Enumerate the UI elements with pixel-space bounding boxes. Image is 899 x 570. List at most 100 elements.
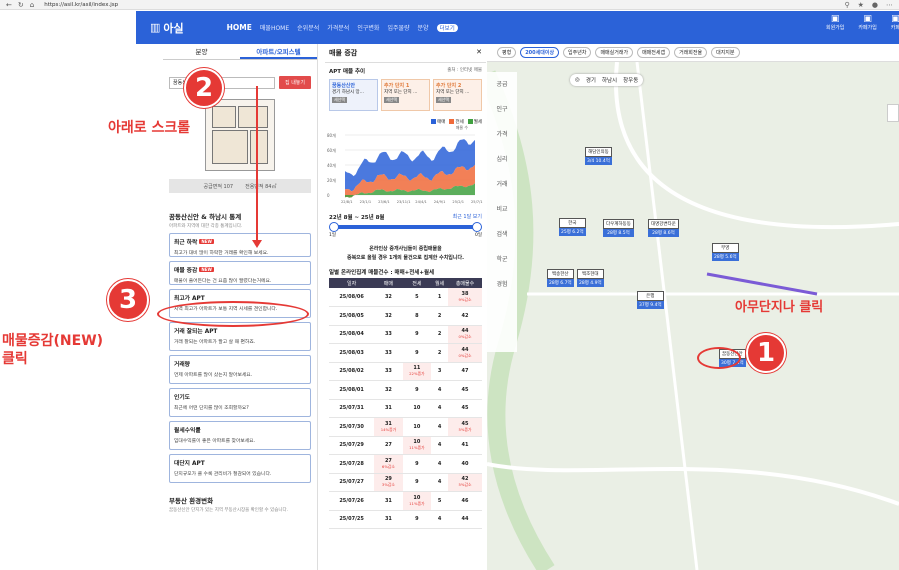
home-icon[interactable]: ⌂ [30, 1, 34, 9]
header-icon-item[interactable]: ▣ 카페 [891, 14, 899, 31]
stat-card-title: 매물 증감 [174, 268, 198, 274]
date-slider[interactable] [329, 222, 482, 232]
site-logo[interactable]: ▥ 아실 [150, 20, 184, 36]
cell-date: 25/07/28 [329, 454, 375, 474]
map-side-menu-item[interactable]: 심리 [487, 147, 517, 172]
cell-date: 25/08/03 [329, 343, 375, 363]
cell-value: 2 [431, 306, 449, 326]
map-side-menu-item[interactable]: 거래 [487, 172, 517, 197]
table-header: 전세 [402, 278, 432, 288]
tab-presale[interactable]: 분양 [163, 44, 240, 59]
stat-card[interactable]: 거래량 언제 아파트를 많이 샀는지 알아보세요. [169, 355, 311, 384]
y-tick-label: 0 [327, 193, 330, 198]
url-bar[interactable]: https://asil.kr/asil/index.jsp [44, 2, 118, 8]
compare-tag[interactable]: 세선택 [384, 97, 400, 103]
change-pct: 11%증가 [409, 500, 425, 506]
map-side-menu-item[interactable]: 비교 [487, 197, 517, 222]
apt-marker[interactable]: 대명강변타운 28평 8.6억 [648, 219, 679, 237]
stat-card-title: 대단지 APT [174, 461, 205, 467]
y-tick-label: 40개 [327, 162, 336, 168]
map-filter-tab[interactable]: 200세대이상 [520, 47, 560, 58]
header-icon-item[interactable]: ▣ 카페가입 [858, 14, 876, 31]
compare-tag[interactable]: 세선택 [332, 97, 348, 103]
header-icon-item[interactable]: ▣ 회원가입 [826, 14, 844, 31]
nav-item[interactable]: 순위분석 [294, 23, 322, 32]
nav-item[interactable]: 가격분석 [324, 23, 352, 32]
map-side-menu-item[interactable]: 경험 [487, 272, 517, 297]
apt-marker-name: 백송한산 [547, 269, 574, 279]
cell-value: 10 11%증가 [402, 491, 432, 511]
map-filter-tab[interactable]: 평형 [497, 47, 517, 58]
profile-icon[interactable]: ● [872, 1, 878, 9]
table-title: 일별 온라인집계 매물건수 : 매매+전세+월세 [329, 270, 435, 276]
slider-left: 1일 [329, 233, 337, 238]
menu-icon[interactable]: ⋯ [886, 1, 893, 9]
table-row: 25/08/05 32 8 2 42 [329, 306, 482, 326]
zoom-icon[interactable]: ⚲ [844, 1, 849, 9]
stat-card[interactable]: 인기도 최근에 어떤 단지를 많이 조회할까요? [169, 388, 311, 417]
legend-item[interactable]: 월세 [468, 119, 482, 125]
stat-card[interactable]: 매물 증감 NEW 매물이 줄어든다는 건 요즘 많이 팔렸다는거에요. [169, 261, 311, 285]
map-side-menu-item[interactable]: 학군 [487, 247, 517, 272]
step2-badge: 2 [184, 68, 224, 108]
apt-marker[interactable]: 백조현대 28평 4.9억 [577, 269, 604, 287]
reload-icon[interactable]: ↻ [18, 1, 24, 9]
nav-item[interactable]: 분양 [415, 23, 432, 32]
map-side-menu-item[interactable]: 공급 [487, 72, 517, 97]
apt-marker[interactable]: 해담인의동 3/4 10.4억 [585, 147, 612, 165]
stat-card[interactable]: 대단지 APT 단지규모가 클 수록 관리비가 절감되어 있습니다. [169, 454, 311, 483]
apt-marker[interactable]: 한국 25평 6.2억 [559, 218, 586, 236]
recent-month-button[interactable]: 최근 1달 보기 [453, 213, 482, 221]
compare-slot[interactable]: 추가 단지 1 지역 또는 단지 ... 세선택 [381, 79, 430, 111]
stat-card-title: 거래 잘되는 APT [174, 329, 218, 335]
stat-card-desc: 언제 아파트를 많이 샀는지 알아보세요. [174, 373, 253, 378]
map-filter-tab[interactable]: 매매전세갭 [637, 47, 671, 58]
table-row: 25/08/06 32 5 1 38 9%감소 [329, 288, 482, 307]
compare-slot[interactable]: 추가 단지 2 지역 또는 단지 ... 세선택 [433, 79, 482, 111]
map-filter-tab[interactable]: 거래회전율 [674, 47, 708, 58]
map-side-button[interactable] [887, 104, 899, 122]
cell-value: 44 0%감소 [448, 325, 482, 344]
y-tick-label: 60개 [327, 147, 336, 153]
range-title: 22년 8월 ~ 25년 8월 [329, 215, 385, 221]
map-filter-tab[interactable]: 매매실거래가 [595, 47, 634, 58]
compare-slot[interactable]: 꿈동산신안 경기 하남시 망... 세선택 [329, 79, 378, 111]
stat-card[interactable]: 최근 하락 NEW 최고가 대비 많이 하락한 거래를 확인해 보세요. [169, 233, 311, 257]
apt-marker-price: 28평 6.7억 [547, 279, 574, 287]
nav-item[interactable]: HOME [224, 23, 255, 32]
region-chip[interactable]: 하남시 [602, 76, 617, 84]
apt-marker[interactable]: 백송한산 28평 6.7억 [547, 269, 574, 287]
region-chip[interactable]: 창우동 [623, 76, 638, 84]
x-tick-label: 23/11/1 [397, 200, 411, 204]
nav-item[interactable]: 인구변화 [354, 23, 382, 32]
stats-title: 꿈동산신안 & 하남시 통계 [169, 213, 242, 221]
map-filter-tab[interactable]: 입주년차 [563, 47, 592, 58]
map-filter-tab[interactable]: 대지지분 [711, 47, 740, 58]
compare-tag[interactable]: 세선택 [436, 97, 452, 103]
apt-marker[interactable]: 은행 37평 9.4억 [637, 291, 664, 309]
nav-item[interactable]: 입주물량 [384, 23, 412, 32]
star-icon[interactable]: ★ [858, 1, 864, 9]
more-button[interactable]: 더보기 [436, 23, 458, 32]
cell-value: 42 5%감소 [448, 473, 482, 492]
stat-card[interactable]: 월세수익률 임대수익률이 좋은 아파트를 찾아보세요. [169, 421, 311, 450]
map-side-menu-item[interactable]: 인구 [487, 97, 517, 122]
map-side-menu-item[interactable]: 가격 [487, 122, 517, 147]
legend-item[interactable]: 매매 [431, 119, 445, 125]
tab-apt[interactable]: 아파트/오피스텔 [240, 44, 317, 59]
map-area[interactable]: 평형 200세대이상 입주년차 매매실거래가 매매전세갭 거래회전율 대지지분 공급 인구 가격… [487, 44, 899, 570]
back-icon[interactable]: ← [6, 1, 12, 9]
close-icon[interactable]: ✕ [476, 48, 482, 58]
main-nav: HOME 매물HOME 순위분석 가격분석 인구변화 입주물량 분양 더보기 [224, 23, 458, 32]
apt-marker[interactable]: 부영 28평 5.6억 [712, 243, 739, 261]
list-house-button[interactable]: 집 내놓기 [279, 76, 311, 89]
table-row: 25/07/26 31 10 11%증가 5 46 [329, 491, 482, 511]
map-side-menu-item[interactable]: 검색 [487, 222, 517, 247]
step3-text-2: 클릭 [2, 351, 28, 367]
listing-title: 매물 증감 [329, 49, 358, 57]
apt-marker[interactable]: 다우계하동동 28평 8.5억 [603, 219, 634, 237]
region-chip[interactable]: 경기 [586, 76, 596, 84]
x-tick-label: 24/4/1 [415, 200, 427, 204]
compare-name: 추가 단지 1 [384, 83, 410, 89]
nav-item[interactable]: 매물HOME [257, 23, 292, 32]
